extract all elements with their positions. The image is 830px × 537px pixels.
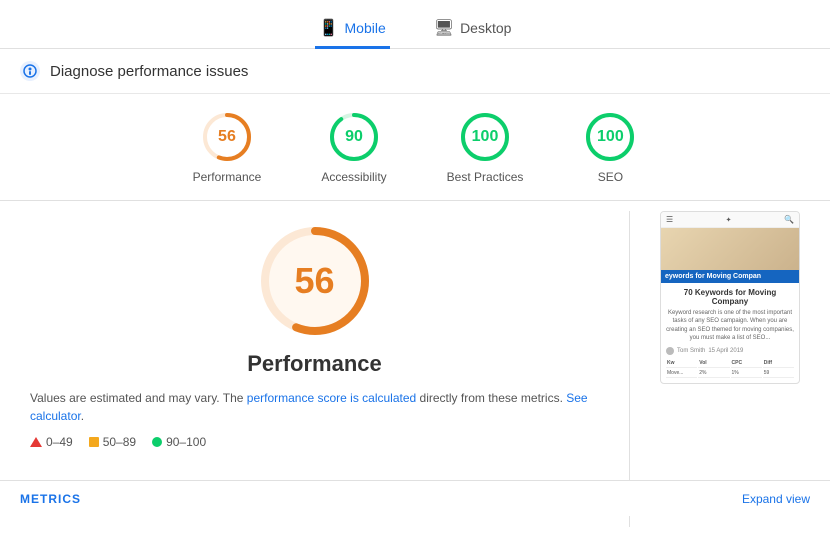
tab-mobile[interactable]: 📱 Mobile bbox=[315, 10, 390, 49]
legend-item-orange: 50–89 bbox=[89, 435, 136, 449]
preview-col2: Vol bbox=[698, 359, 729, 368]
preview-article-title: 70 Keywords for Moving Company bbox=[666, 288, 794, 306]
desktop-icon: 🖥 bbox=[434, 18, 454, 38]
score-value-seo: 100 bbox=[597, 128, 624, 146]
diagnose-icon bbox=[20, 61, 40, 81]
preview-date: 15 April 2019 bbox=[708, 348, 743, 354]
mobile-icon: 📱 bbox=[319, 18, 339, 38]
perf-desc-text1: Values are estimated and may vary. The bbox=[30, 391, 247, 405]
preview-table: Kw Vol CPC Diff Move... 2% 1% 59 bbox=[666, 359, 794, 378]
preview-hero-text: eywords for Moving Compan bbox=[665, 273, 761, 280]
score-cards: 56 Performance 90 Accessibility bbox=[0, 110, 830, 184]
preview-r1c2: 2% bbox=[698, 369, 729, 378]
tab-desktop[interactable]: 🖥 Desktop bbox=[430, 10, 516, 49]
preview-r1c1: Move... bbox=[666, 369, 697, 378]
perf-desc-text2: directly from these metrics. bbox=[416, 391, 566, 405]
preview-col1: Kw bbox=[666, 359, 697, 368]
score-label-seo: SEO bbox=[598, 170, 623, 184]
diagnose-bar: Diagnose performance issues bbox=[0, 49, 830, 94]
score-card-performance[interactable]: 56 Performance bbox=[193, 110, 262, 184]
legend-range-green: 90–100 bbox=[166, 435, 206, 449]
tab-desktop-label: Desktop bbox=[460, 20, 511, 36]
preview-hero: eywords for Moving Compan bbox=[661, 228, 799, 283]
preview-author-name: Tom Smith bbox=[677, 348, 705, 354]
metrics-label: METRICS bbox=[20, 492, 81, 506]
tabs-bar: 📱 Mobile 🖥 Desktop bbox=[0, 0, 830, 49]
legend-item-red: 0–49 bbox=[30, 435, 73, 449]
score-value-best-practices: 100 bbox=[472, 128, 499, 146]
legend-range-orange: 50–89 bbox=[103, 435, 136, 449]
score-label-accessibility: Accessibility bbox=[321, 170, 386, 184]
big-score-number: 56 bbox=[294, 260, 334, 302]
preview-logo: ✦ bbox=[726, 216, 732, 224]
preview-col3: CPC bbox=[731, 359, 762, 368]
score-card-accessibility[interactable]: 90 Accessibility bbox=[321, 110, 386, 184]
legend-circle-icon bbox=[152, 437, 162, 447]
score-label-best-practices: Best Practices bbox=[447, 170, 524, 184]
diagnose-title: Diagnose performance issues bbox=[50, 63, 248, 80]
big-circle-container: 56 bbox=[30, 221, 599, 341]
score-cards-container: 56 Performance 90 Accessibility bbox=[0, 94, 830, 201]
legend-square-icon bbox=[89, 437, 99, 447]
perf-link1[interactable]: performance score is calculated bbox=[247, 391, 416, 405]
legend-range-red: 0–49 bbox=[46, 435, 73, 449]
preview-article-desc: Keyword research is one of the most impo… bbox=[666, 309, 794, 343]
phone-preview: ☰ ✦ 🔍 eywords for Moving Compan 70 Keywo… bbox=[660, 211, 800, 384]
preview-author: Tom Smith 15 April 2019 bbox=[666, 347, 794, 355]
preview-hero-overlay: eywords for Moving Compan bbox=[661, 270, 799, 283]
perf-desc-text3: . bbox=[81, 409, 84, 423]
preview-avatar bbox=[666, 347, 674, 355]
preview-r1c4: 59 bbox=[763, 369, 794, 378]
score-label-performance: Performance bbox=[193, 170, 262, 184]
expand-view-button[interactable]: Expand view bbox=[742, 492, 810, 506]
search-icon: 🔍 bbox=[784, 215, 794, 224]
preview-toolbar: ☰ ✦ 🔍 bbox=[661, 212, 799, 228]
preview-col4: Diff bbox=[763, 359, 794, 368]
score-value-performance: 56 bbox=[218, 128, 236, 146]
preview-r1c3: 1% bbox=[731, 369, 762, 378]
legend: 0–49 50–89 90–100 bbox=[30, 435, 206, 449]
score-card-best-practices[interactable]: 100 Best Practices bbox=[447, 110, 524, 184]
score-card-seo[interactable]: 100 SEO bbox=[583, 110, 637, 184]
preview-body: 70 Keywords for Moving Company Keyword r… bbox=[661, 283, 799, 383]
score-value-accessibility: 90 bbox=[345, 128, 363, 146]
perf-desc: Values are estimated and may vary. The p… bbox=[30, 389, 599, 425]
tab-mobile-label: Mobile bbox=[345, 20, 386, 36]
legend-triangle-icon bbox=[30, 437, 42, 447]
perf-title: Performance bbox=[30, 351, 599, 377]
menu-icon: ☰ bbox=[666, 215, 673, 224]
big-performance-circle: 56 bbox=[255, 221, 375, 341]
bottom-bar: METRICS Expand view bbox=[0, 480, 830, 516]
legend-item-green: 90–100 bbox=[152, 435, 206, 449]
